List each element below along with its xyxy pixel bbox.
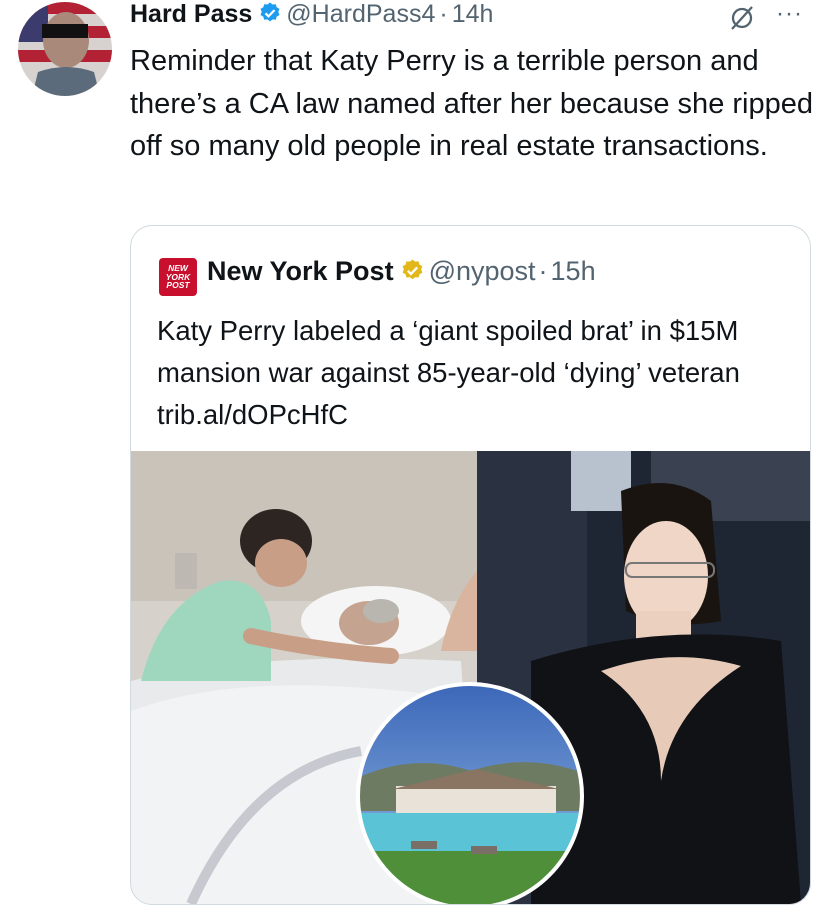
- more-options-icon[interactable]: ···: [776, 0, 803, 28]
- verified-badge-icon: [258, 1, 282, 32]
- quote-header: New York Post @nypost · 15h: [207, 256, 596, 290]
- quoted-tweet[interactable]: NEW YORK POST New York Post @nypost · 15h K…: [130, 225, 811, 905]
- grok-icon[interactable]: [728, 4, 756, 37]
- gold-verified-badge-icon: [400, 258, 425, 290]
- quote-text: Katy Perry labeled a ‘giant spoiled brat…: [157, 315, 740, 430]
- avatar[interactable]: [18, 2, 112, 96]
- quote-author-name[interactable]: New York Post: [207, 256, 394, 286]
- tweet-text: Reminder that Katy Perry is a terrible p…: [130, 45, 813, 162]
- author-handle[interactable]: @HardPass4: [286, 0, 435, 28]
- quote-media-image[interactable]: [131, 451, 810, 904]
- quote-timestamp[interactable]: 15h: [551, 256, 596, 286]
- nypost-logo: NEW YORK POST: [159, 258, 197, 296]
- tweet-header: Hard Pass @HardPass4 · 14h: [130, 0, 810, 34]
- logo-text-line: POST: [166, 280, 190, 291]
- separator: ·: [439, 0, 448, 28]
- timestamp[interactable]: 14h: [452, 0, 494, 28]
- avatar-image: [18, 2, 112, 96]
- separator: ·: [538, 256, 548, 286]
- quote-author-handle[interactable]: @nypost: [429, 256, 536, 286]
- author-name[interactable]: Hard Pass: [130, 0, 252, 28]
